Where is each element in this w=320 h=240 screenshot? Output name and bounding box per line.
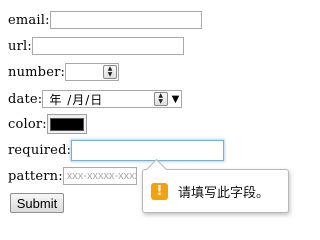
email-field[interactable] (49, 11, 202, 29)
date-label: date: (8, 91, 43, 107)
date-spinner[interactable]: ▲ ▼ (153, 92, 168, 106)
email-label: email: (8, 12, 50, 28)
required-label: required: (8, 142, 72, 158)
pattern-label: pattern: (8, 168, 63, 184)
validation-message: 请填写此字段。 (178, 185, 270, 201)
url-row: url: (8, 35, 184, 57)
number-row: number: ▲ ▼ (8, 61, 120, 83)
required-field[interactable] (71, 139, 225, 161)
number-field[interactable]: ▲ ▼ (65, 63, 120, 81)
date-controls: ▲ ▼ ▼ (153, 92, 180, 106)
color-swatch (49, 117, 84, 131)
email-row: email: (8, 9, 202, 31)
date-spinner-down-icon[interactable]: ▼ (158, 99, 163, 105)
date-field[interactable]: 年 /月/日 ▲ ▼ ▼ (42, 90, 183, 108)
warning-icon: ! (151, 182, 168, 200)
color-picker-button[interactable] (46, 114, 87, 134)
date-row: date: 年 /月/日 ▲ ▼ ▼ (8, 88, 183, 110)
number-spinner[interactable]: ▲ ▼ (103, 65, 118, 79)
submit-button[interactable]: Submit (10, 193, 64, 213)
pattern-row: pattern: xxx-xxxxx-xxxx (8, 165, 137, 187)
required-row: required: (8, 139, 225, 161)
tooltip-arrow (145, 158, 168, 181)
pattern-field[interactable]: xxx-xxxxx-xxxx (62, 167, 137, 185)
validation-tooltip: ! 请填写此字段。 (142, 158, 289, 213)
url-label: url: (8, 38, 32, 54)
color-row: color: (8, 113, 87, 135)
url-field[interactable] (31, 37, 184, 55)
date-value[interactable]: 年 /月/日 (49, 91, 103, 108)
spinner-down-icon[interactable]: ▼ (108, 72, 113, 78)
number-label: number: (8, 64, 66, 80)
date-dropdown-icon[interactable]: ▼ (172, 94, 180, 105)
color-label: color: (8, 116, 47, 132)
